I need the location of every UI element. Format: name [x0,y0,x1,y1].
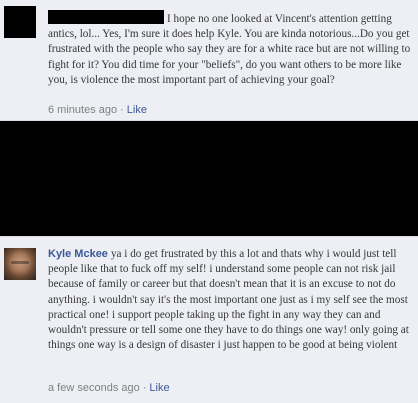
comment-body: I hope no one looked at Vincent's attent… [48,10,412,88]
comment-item: Kyle Mckee ya i do get frustrated by this… [0,236,418,403]
comment-body: Kyle Mckee ya i do get frustrated by this… [48,247,412,353]
comment-timestamp[interactable]: 6 minutes ago [48,104,117,116]
comment-text: ya i do get frustrated by this a lot and… [48,248,409,352]
comment-author-link[interactable]: Kyle Mckee [48,248,108,260]
avatar[interactable] [4,248,36,280]
redacted-author-name [48,10,164,24]
redaction-bar [0,121,418,236]
like-link[interactable]: Like [127,104,147,116]
comment-meta: a few seconds ago · Like [48,382,170,394]
comment-item: I hope no one looked at Vincent's attent… [0,0,418,121]
meta-separator: · [120,104,124,116]
avatar-redacted[interactable] [4,6,36,38]
meta-separator: · [142,382,147,394]
comment-meta: 6 minutes ago · Like [48,104,147,116]
comment-timestamp[interactable]: a few seconds ago [48,382,140,394]
like-link[interactable]: Like [149,382,169,394]
avatar-eyes [11,261,29,264]
